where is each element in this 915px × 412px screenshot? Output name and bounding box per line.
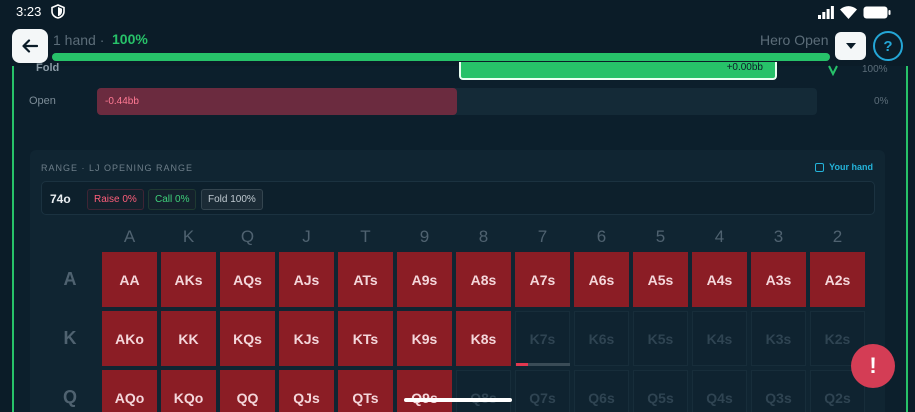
hand-cell-k4s[interactable]: K4s <box>692 311 747 366</box>
k7s-mix-raise <box>516 363 528 366</box>
separator: · <box>99 32 105 48</box>
hand-cell-kjs[interactable]: KJs <box>279 311 334 366</box>
row-header-k: K <box>63 328 77 348</box>
open-action-label: Open <box>29 95 56 107</box>
fold-ev-bar: +0.00bb <box>459 62 777 80</box>
status-icons <box>818 4 891 20</box>
row-header-q: Q <box>62 387 77 407</box>
scenario-label: Hero Open <box>760 32 829 48</box>
scenario-dropdown-button[interactable] <box>835 32 866 60</box>
hand-cell-q3s[interactable]: Q3s <box>751 370 806 412</box>
chevron-down-icon <box>845 43 856 49</box>
column-header-k: K <box>182 227 195 246</box>
column-header-9: 9 <box>419 227 430 246</box>
arrow-left-icon <box>22 39 38 53</box>
hand-cell-a3s[interactable]: A3s <box>751 252 806 307</box>
status-time: 3:23 <box>16 4 42 19</box>
progress-fill <box>52 53 830 61</box>
range-title: RANGE · LJ OPENING RANGE <box>41 163 194 173</box>
fold-action-label: Fold <box>36 62 60 74</box>
hand-cell-qjs[interactable]: QJs <box>279 370 334 412</box>
hand-cell-kqs[interactable]: KQs <box>220 311 275 366</box>
hand-cell-qts[interactable]: QTs <box>338 370 393 412</box>
your-hand-label: Your hand <box>829 162 873 172</box>
progress-bar <box>52 53 830 61</box>
row-header-a: A <box>63 269 77 289</box>
hand-count: 1 hand · <box>53 32 104 48</box>
call-chip: Call 0% <box>148 189 197 210</box>
back-button[interactable] <box>12 29 48 63</box>
hand-cell-a5s[interactable]: A5s <box>633 252 688 307</box>
hand-cell-k7s[interactable]: K7s <box>515 311 570 366</box>
hand-cell-a6s[interactable]: A6s <box>574 252 629 307</box>
open-ev-bar: -0.44bb <box>97 88 457 115</box>
raise-chip: Raise 0% <box>87 189 144 210</box>
column-header-6: 6 <box>596 227 607 246</box>
hand-count-text: 1 hand <box>53 32 96 48</box>
hand-cell-aks[interactable]: AKs <box>161 252 216 307</box>
fold-action-percent: 100% <box>862 64 888 75</box>
battery-icon <box>863 6 891 18</box>
column-header-2: 2 <box>832 227 843 246</box>
report-issue-button[interactable]: ! <box>851 344 895 388</box>
open-ev-value: -0.44bb <box>105 96 139 107</box>
hand-cell-k8s[interactable]: K8s <box>456 311 511 366</box>
column-header-5: 5 <box>655 227 666 246</box>
signal-icon <box>818 5 834 19</box>
checkbox-icon <box>815 162 825 172</box>
hand-cell-q7s[interactable]: Q7s <box>515 370 570 412</box>
hand-cell-ats[interactable]: ATs <box>338 252 393 307</box>
fold-action-bar: +0.00bb <box>97 62 817 80</box>
progress-percent: 100% <box>112 31 148 47</box>
fold-ev-value: +0.00bb <box>726 62 763 73</box>
check-icon <box>828 65 838 76</box>
hand-cell-q8s[interactable]: Q8s <box>456 370 511 412</box>
home-indicator <box>404 398 512 402</box>
hand-cell-k6s[interactable]: K6s <box>574 311 629 366</box>
hand-cell-kqo[interactable]: KQo <box>161 370 216 412</box>
column-header-q: Q <box>240 227 255 246</box>
hand-name: 74o <box>50 192 71 206</box>
hand-cell-q9s[interactable]: Q9s <box>397 370 452 412</box>
hand-cell-aqs[interactable]: AQs <box>220 252 275 307</box>
hand-cell-aqo[interactable]: AQo <box>102 370 157 412</box>
open-action-percent: 0% <box>874 96 889 107</box>
your-hand-toggle[interactable]: Your hand <box>815 162 873 172</box>
hand-cell-aa[interactable]: AA <box>102 252 157 307</box>
column-header-4: 4 <box>714 227 725 246</box>
hand-cell-a9s[interactable]: A9s <box>397 252 452 307</box>
column-header-3: 3 <box>773 227 784 246</box>
hand-cell-qq[interactable]: QQ <box>220 370 275 412</box>
hand-summary: 74o Raise 0% Call 0% Fold 100% <box>41 181 875 215</box>
hand-cell-k3s[interactable]: K3s <box>751 311 806 366</box>
hand-cell-q4s[interactable]: Q4s <box>692 370 747 412</box>
hand-cell-ajs[interactable]: AJs <box>279 252 334 307</box>
column-header-7: 7 <box>537 227 548 246</box>
k7s-mix-bar <box>516 363 570 366</box>
hand-cell-kts[interactable]: KTs <box>338 311 393 366</box>
shield-icon <box>51 4 65 19</box>
column-header-8: 8 <box>478 227 489 246</box>
hand-cell-k9s[interactable]: K9s <box>397 311 452 366</box>
hand-cell-ako[interactable]: AKo <box>102 311 157 366</box>
column-header-t: T <box>360 227 371 246</box>
hand-cell-a2s[interactable]: A2s <box>810 252 865 307</box>
hand-cell-a8s[interactable]: A8s <box>456 252 511 307</box>
help-button[interactable]: ? <box>873 31 903 61</box>
hand-cell-k5s[interactable]: K5s <box>633 311 688 366</box>
hand-cell-kk[interactable]: KK <box>161 311 216 366</box>
status-bar: 3:23 <box>0 0 915 24</box>
hand-cell-a7s[interactable]: A7s <box>515 252 570 307</box>
hand-cell-a4s[interactable]: A4s <box>692 252 747 307</box>
wifi-icon <box>840 5 857 19</box>
fold-chip: Fold 100% <box>201 189 263 210</box>
column-header-a: A <box>123 227 136 246</box>
hand-cell-q5s[interactable]: Q5s <box>633 370 688 412</box>
open-action-bar: -0.44bb <box>97 88 817 115</box>
column-header-j: J <box>302 227 311 246</box>
hand-cell-q6s[interactable]: Q6s <box>574 370 629 412</box>
